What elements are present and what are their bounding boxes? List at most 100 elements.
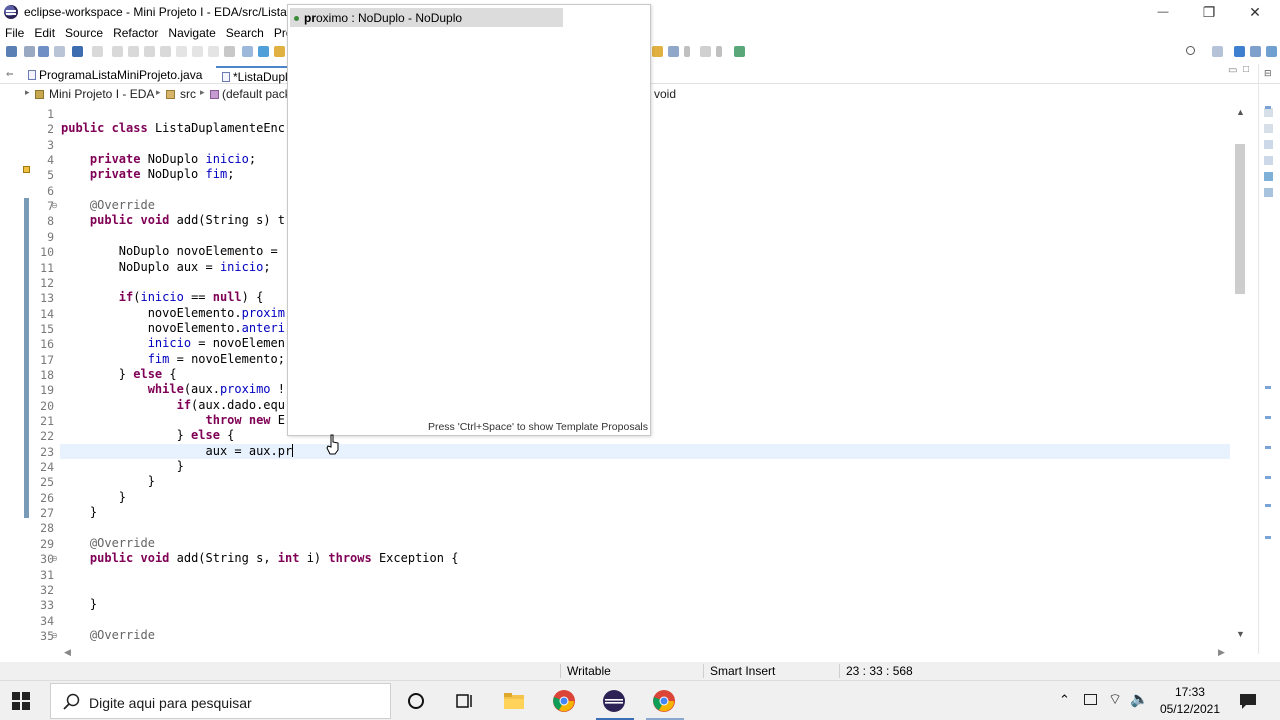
back-dropdown-icon[interactable] bbox=[684, 46, 690, 57]
back-icon[interactable] bbox=[668, 46, 679, 57]
git-perspective-icon[interactable] bbox=[1266, 46, 1277, 57]
menu-edit[interactable]: Edit bbox=[29, 26, 60, 40]
fold-toggle-icon[interactable]: ⊖ bbox=[51, 554, 58, 563]
menu-source[interactable]: Source bbox=[60, 26, 108, 40]
view-menu-icon[interactable]: ⇐ bbox=[6, 69, 14, 80]
project-icon bbox=[35, 90, 44, 99]
step-over-icon[interactable] bbox=[192, 46, 203, 57]
declaration-icon[interactable] bbox=[1264, 188, 1273, 197]
minimize-button[interactable]: — bbox=[1140, 0, 1186, 24]
open-perspective-icon[interactable] bbox=[1212, 46, 1223, 57]
status-separator bbox=[703, 664, 704, 678]
search-icon bbox=[63, 693, 80, 710]
code-line: if(aux.dado.equ bbox=[176, 397, 285, 412]
line-number: 16 bbox=[40, 337, 54, 352]
debug-icon[interactable] bbox=[258, 46, 269, 57]
scroll-left-icon[interactable]: ◀ bbox=[64, 647, 71, 658]
content-assist-popup[interactable]: proximo : NoDuplo - NoDuplo Press 'Ctrl+… bbox=[287, 4, 651, 436]
task-view-icon[interactable] bbox=[452, 689, 476, 713]
meet-now-icon[interactable] bbox=[1084, 694, 1097, 705]
disconnect-icon[interactable] bbox=[160, 46, 171, 57]
fold-toggle-icon[interactable]: ⊖ bbox=[51, 201, 58, 210]
windows-start-icon[interactable] bbox=[12, 692, 30, 710]
maximize-editor-icon[interactable]: □ bbox=[1243, 64, 1249, 75]
forward-dropdown-icon[interactable] bbox=[716, 46, 722, 57]
new-icon[interactable] bbox=[6, 46, 17, 57]
overview-marker bbox=[1265, 386, 1271, 389]
code-line: public class ListaDuplamenteEnc bbox=[61, 121, 285, 136]
console-icon[interactable] bbox=[1264, 172, 1273, 181]
code-line: public void add(String s) t bbox=[89, 213, 285, 228]
notifications-icon[interactable] bbox=[1238, 691, 1258, 711]
line-number: 20 bbox=[40, 398, 54, 413]
last-edit-location-icon[interactable] bbox=[652, 46, 663, 57]
problems-icon[interactable] bbox=[1264, 140, 1273, 149]
chrome-icon[interactable] bbox=[652, 689, 676, 713]
menu-search[interactable]: Search bbox=[221, 26, 269, 40]
overview-marker bbox=[1265, 106, 1271, 109]
line-number: 32 bbox=[40, 582, 54, 597]
warning-icon bbox=[23, 166, 30, 173]
save-all-icon[interactable] bbox=[54, 46, 65, 57]
breadcrumb-package[interactable]: (default pack bbox=[222, 87, 291, 101]
line-number: 34 bbox=[40, 613, 54, 628]
chevron-up-icon[interactable]: ⌃ bbox=[1059, 692, 1070, 708]
menu-refactor[interactable]: Refactor bbox=[108, 26, 163, 40]
maximize-button[interactable]: ❐ bbox=[1186, 0, 1232, 24]
breadcrumb-folder[interactable]: src bbox=[180, 87, 196, 101]
step-return-icon[interactable] bbox=[208, 46, 219, 57]
resume-icon[interactable] bbox=[112, 46, 123, 57]
use-step-filters-icon[interactable] bbox=[242, 46, 253, 57]
eclipse-taskbar-icon[interactable] bbox=[602, 689, 626, 713]
search-icon[interactable] bbox=[1186, 46, 1195, 55]
horizontal-scrollbar[interactable]: ◀ ▶ bbox=[60, 646, 1230, 660]
line-number: 28 bbox=[40, 521, 54, 536]
line-number: 27 bbox=[40, 506, 54, 521]
cortana-icon[interactable] bbox=[404, 689, 428, 713]
scroll-up-icon[interactable]: ▲ bbox=[1236, 107, 1245, 117]
scrollbar-thumb[interactable] bbox=[1235, 144, 1245, 294]
chrome-icon[interactable] bbox=[552, 689, 576, 713]
suspend-icon[interactable] bbox=[128, 46, 139, 57]
open-console-icon[interactable] bbox=[72, 46, 83, 57]
volume-icon[interactable]: 🔈 bbox=[1130, 690, 1149, 708]
breadcrumb-project[interactable]: Mini Projeto I - EDA bbox=[49, 87, 154, 101]
line-number: 19 bbox=[40, 383, 54, 398]
menu-file[interactable]: File bbox=[0, 26, 29, 40]
taskbar-search-box[interactable]: Digite aqui para pesquisar bbox=[50, 683, 391, 719]
task-list-icon[interactable] bbox=[1264, 124, 1273, 133]
javadoc-icon[interactable] bbox=[1264, 156, 1273, 165]
breadcrumb-member[interactable]: void bbox=[654, 87, 676, 101]
fold-toggle-icon[interactable]: ⊖ bbox=[51, 631, 58, 640]
minimize-editor-icon[interactable]: ▭ bbox=[1228, 65, 1237, 76]
quick-diff-marker bbox=[24, 198, 29, 318]
proposal-item-proximo[interactable]: proximo : NoDuplo - NoDuplo bbox=[290, 8, 563, 27]
status-separator bbox=[560, 664, 561, 678]
tab-label: *ListaDupla bbox=[233, 70, 295, 84]
restore-icon[interactable]: ⊟ bbox=[1264, 68, 1272, 79]
java-perspective-icon[interactable] bbox=[1234, 46, 1245, 57]
vertical-scrollbar[interactable]: ▲ ▼ bbox=[1232, 104, 1248, 644]
wifi-icon[interactable]: ⌔ bbox=[1108, 690, 1122, 709]
terminate-icon[interactable] bbox=[144, 46, 155, 57]
close-button[interactable]: ✕ bbox=[1232, 0, 1278, 24]
drop-frame-icon[interactable] bbox=[224, 46, 235, 57]
line-number: 18 bbox=[40, 367, 54, 382]
code-line: @Override bbox=[89, 627, 155, 642]
pin-editor-icon[interactable] bbox=[734, 46, 745, 57]
run-icon[interactable] bbox=[274, 46, 285, 57]
forward-icon[interactable] bbox=[700, 46, 711, 57]
tab-programa-lista[interactable]: ProgramaListaMiniProjeto.java bbox=[22, 66, 208, 84]
skip-breakpoints-icon[interactable] bbox=[92, 46, 103, 57]
taskbar-clock[interactable]: 17:33 05/12/2021 bbox=[1160, 684, 1220, 718]
menu-navigate[interactable]: Navigate bbox=[163, 26, 220, 40]
file-explorer-icon[interactable] bbox=[502, 689, 526, 713]
line-number: 26 bbox=[40, 490, 54, 505]
debug-perspective-icon[interactable] bbox=[1250, 46, 1261, 57]
outline-icon[interactable] bbox=[1264, 108, 1273, 117]
scroll-down-icon[interactable]: ▼ bbox=[1236, 629, 1245, 639]
save-icon[interactable] bbox=[38, 46, 49, 57]
new-dropdown-icon[interactable] bbox=[24, 46, 35, 57]
step-into-icon[interactable] bbox=[176, 46, 187, 57]
scroll-right-icon[interactable]: ▶ bbox=[1218, 647, 1225, 658]
